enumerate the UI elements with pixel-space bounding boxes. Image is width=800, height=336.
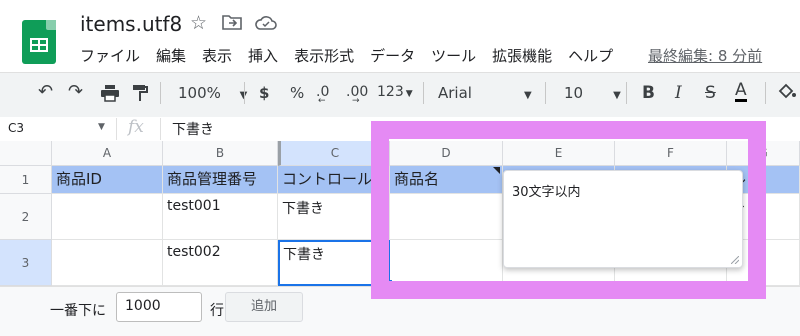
- toolbar-divider: [244, 82, 245, 104]
- column-header-a[interactable]: A: [52, 141, 163, 166]
- menu-file[interactable]: ファイル: [80, 45, 140, 66]
- cell-b3[interactable]: test002: [163, 240, 278, 286]
- menu-view[interactable]: 表示: [202, 45, 232, 66]
- zoom-value: 100%: [178, 84, 221, 102]
- chevron-down-icon: ▼: [613, 90, 621, 101]
- column-header-b[interactable]: B: [163, 141, 278, 166]
- chevron-down-icon[interactable]: ▼: [98, 122, 105, 132]
- add-rows-suffix: 行: [210, 303, 224, 319]
- font-size-value: 10: [564, 84, 584, 102]
- decrease-decimal-button[interactable]: .0 ←: [316, 84, 329, 106]
- italic-button[interactable]: I: [675, 83, 682, 103]
- strikethrough-button[interactable]: S: [705, 83, 716, 103]
- cell-b2[interactable]: test001: [163, 194, 278, 240]
- row-header-2[interactable]: 2: [0, 194, 52, 240]
- name-box[interactable]: C3: [8, 121, 24, 135]
- font-value: Arial: [438, 84, 472, 102]
- font-select[interactable]: Arial ▼: [438, 84, 532, 102]
- menu-extensions[interactable]: 拡張機能: [492, 45, 552, 66]
- more-formats-label: 123: [377, 84, 404, 100]
- currency-button[interactable]: $: [259, 84, 269, 102]
- zoom-select[interactable]: 100% ▼: [178, 84, 247, 102]
- row-header-1[interactable]: 1: [0, 166, 52, 194]
- formula-divider: [116, 118, 117, 140]
- cell-a3[interactable]: [52, 240, 163, 286]
- cell-a1[interactable]: 商品ID: [52, 166, 163, 194]
- print-icon[interactable]: [100, 84, 120, 106]
- menu-insert[interactable]: 挿入: [248, 45, 278, 66]
- formula-divider: [160, 118, 161, 140]
- move-folder-icon[interactable]: [222, 13, 242, 36]
- row-header-3[interactable]: 3: [0, 240, 52, 286]
- redo-icon[interactable]: ↷: [68, 81, 83, 102]
- menu-data[interactable]: データ: [370, 45, 415, 66]
- menu-bar: ファイル 編集 表示 挿入 表示形式 データ ツール 拡張機能 ヘルプ: [80, 45, 629, 66]
- text-color-button[interactable]: A: [735, 81, 747, 102]
- cell-b1[interactable]: 商品管理番号: [163, 166, 278, 194]
- toolbar-divider: [545, 82, 546, 104]
- menu-tools[interactable]: ツール: [431, 45, 476, 66]
- add-rows-prefix: 一番下に: [50, 303, 106, 319]
- last-edit-link[interactable]: 最終編集: 8 分前: [648, 45, 762, 66]
- fill-color-icon[interactable]: [777, 83, 797, 105]
- highlight-annotation: [371, 121, 766, 299]
- chevron-down-icon: ▼: [523, 90, 532, 101]
- menu-edit[interactable]: 編集: [156, 45, 186, 66]
- toolbar-divider: [423, 82, 424, 104]
- font-size-select[interactable]: 10 ▼: [564, 84, 621, 102]
- more-formats-button[interactable]: 123 ▼: [377, 84, 413, 100]
- add-rows-count-input[interactable]: 1000: [116, 292, 202, 322]
- star-icon[interactable]: ☆: [190, 12, 207, 34]
- chevron-down-icon: ▼: [405, 89, 413, 99]
- paint-format-icon[interactable]: [132, 84, 148, 106]
- select-all-corner[interactable]: [0, 141, 52, 166]
- increase-decimal-button[interactable]: .00 →: [346, 84, 368, 106]
- undo-icon[interactable]: ↶: [38, 81, 53, 102]
- function-icon: fx: [128, 117, 144, 137]
- cell-a2[interactable]: [52, 194, 163, 240]
- toolbar-divider: [160, 82, 161, 104]
- cloud-status-icon[interactable]: [255, 14, 277, 36]
- toolbar-divider: [626, 82, 627, 104]
- bold-button[interactable]: B: [642, 83, 655, 103]
- menu-help[interactable]: ヘルプ: [568, 45, 613, 66]
- add-rows-button[interactable]: 追加: [225, 292, 303, 322]
- percent-button[interactable]: %: [290, 84, 304, 102]
- formula-input[interactable]: 下書き: [172, 119, 214, 139]
- toolbar-divider: [765, 82, 766, 104]
- sheets-logo-icon[interactable]: [22, 20, 56, 64]
- menu-format[interactable]: 表示形式: [294, 45, 354, 66]
- document-title[interactable]: items.utf8: [80, 12, 182, 36]
